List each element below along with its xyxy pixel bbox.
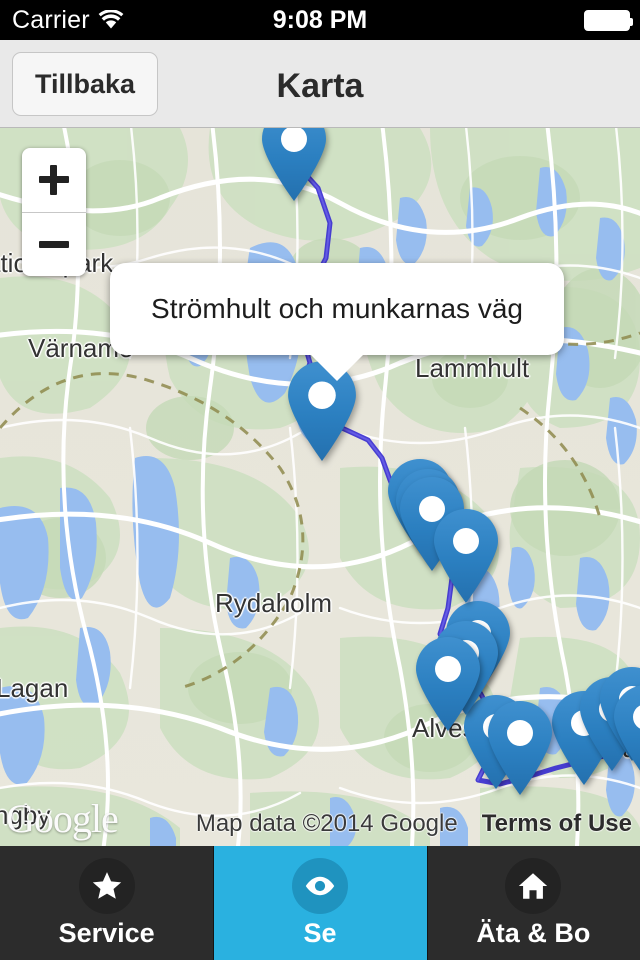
tab-service[interactable]: Service: [0, 846, 214, 960]
pin-cluster-c2[interactable]: [484, 700, 556, 796]
phone-screen: Carrier 9:08 PM Karta Tillbaka Värnamo L…: [0, 0, 640, 960]
status-bar-right: [584, 0, 633, 40]
tab-bar: Service Se Äta & Bo: [0, 846, 640, 960]
pin-cluster-d4[interactable]: [610, 684, 640, 780]
tab-ata-bo-label: Äta & Bo: [476, 917, 591, 948]
zoom-control: [22, 148, 86, 276]
map-view[interactable]: ationalparkVärnamoLammhultRydaholmLaganA…: [0, 128, 640, 846]
zoom-in-button[interactable]: [22, 148, 86, 212]
status-bar-time: 9:08 PM: [272, 6, 368, 34]
pin-cluster-a4[interactable]: [430, 508, 502, 604]
pin-top-edge[interactable]: [258, 128, 330, 202]
status-bar: Carrier 9:08 PM: [0, 0, 640, 40]
plus-icon-vertical: [50, 165, 57, 195]
terms-of-use-link[interactable]: Terms of Use: [482, 810, 632, 838]
callout-title: Strömhult och munkarnas väg: [151, 293, 523, 324]
tab-se[interactable]: Se: [213, 846, 427, 960]
battery-icon: [584, 9, 633, 31]
eye-icon: [291, 857, 348, 914]
star-icon: [78, 857, 135, 914]
tab-divider-right: [426, 846, 428, 960]
pin-cluster-b3[interactable]: [412, 636, 484, 732]
map-callout[interactable]: Strömhult och munkarnas väg: [110, 263, 564, 381]
tab-ata-bo[interactable]: Äta & Bo: [426, 846, 640, 960]
zoom-out-button[interactable]: [22, 212, 86, 276]
tab-se-label: Se: [303, 917, 337, 948]
callout-tail: [309, 353, 365, 381]
tab-service-label: Service: [58, 917, 155, 948]
navigation-bar: Karta Tillbaka: [0, 40, 640, 128]
minus-icon: [39, 241, 69, 248]
back-button[interactable]: Tillbaka: [12, 52, 158, 116]
home-icon: [505, 857, 562, 914]
tab-divider-left: [213, 846, 215, 960]
